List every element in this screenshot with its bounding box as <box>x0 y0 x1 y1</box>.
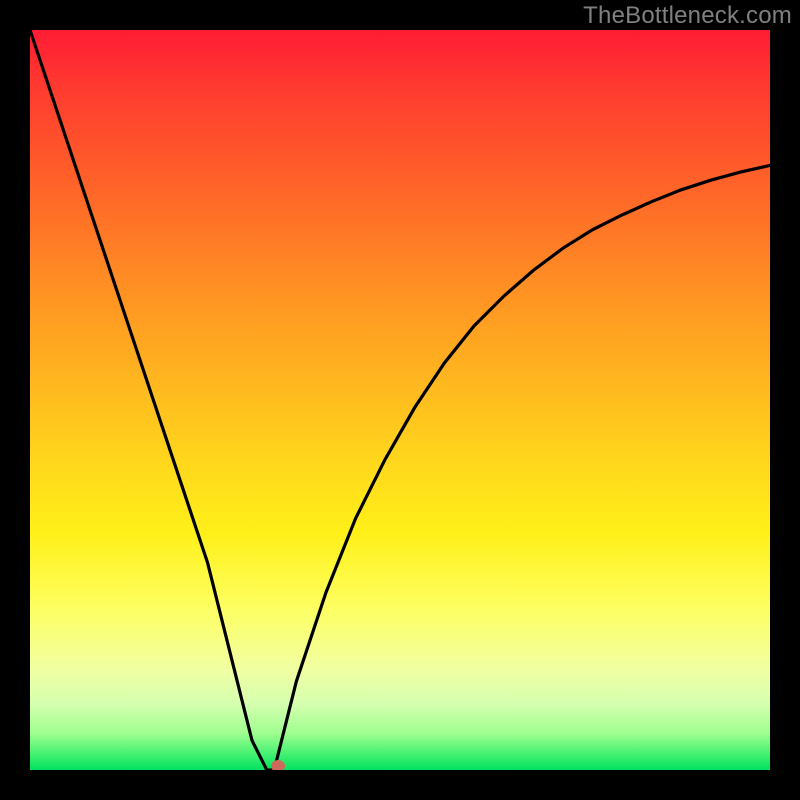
watermark-text: TheBottleneck.com <box>583 2 792 30</box>
minimum-marker <box>271 760 285 770</box>
bottleneck-curve <box>30 30 770 770</box>
chart-frame: TheBottleneck.com <box>0 0 800 800</box>
plot-area <box>30 30 770 770</box>
curve-path <box>30 30 770 770</box>
